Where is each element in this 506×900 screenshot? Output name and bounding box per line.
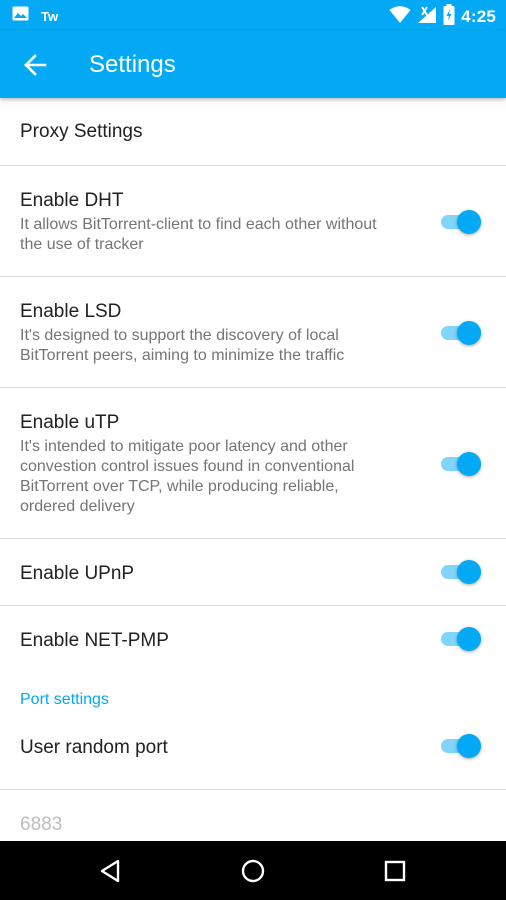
enable-upnp-title: Enable UPnP [20, 563, 135, 584]
enable-utp-title: Enable uTP [20, 412, 120, 433]
enable-dht-item[interactable]: Enable DHT It allows BitTorrent-client t… [0, 166, 506, 277]
status-right-icons: 4:25 [389, 4, 496, 30]
port-settings-header: Port settings [20, 691, 109, 708]
status-time: 4:25 [461, 7, 496, 26]
enable-lsd-item[interactable]: Enable LSD It's designed to support the … [0, 277, 506, 388]
enable-upnp-item[interactable]: Enable UPnP [0, 539, 506, 606]
switch-thumb [457, 210, 481, 234]
back-triangle-icon[interactable] [97, 857, 125, 885]
proxy-settings-title: Proxy Settings [20, 121, 143, 142]
enable-natpmp-title: Enable NET-PMP [20, 630, 169, 651]
signal-icon [417, 5, 437, 29]
enable-dht-title: Enable DHT [20, 190, 124, 211]
port-settings-section: Port settings [0, 673, 506, 721]
enable-natpmp-item[interactable]: Enable NET-PMP [0, 606, 506, 673]
home-circle-icon[interactable] [239, 857, 267, 885]
enable-lsd-switch[interactable] [441, 318, 483, 348]
status-bar: Tw 4:25 [0, 0, 506, 31]
navigation-bar [0, 841, 506, 900]
random-port-item[interactable]: User random port [0, 721, 506, 790]
enable-utp-switch[interactable] [441, 449, 483, 479]
enable-dht-switch[interactable] [441, 207, 483, 237]
switch-thumb [457, 560, 481, 584]
enable-utp-item[interactable]: Enable uTP It's intended to mitigate poo… [0, 388, 506, 539]
random-port-switch[interactable] [441, 731, 483, 761]
battery-icon [443, 4, 455, 30]
switch-thumb [457, 627, 481, 651]
arrow-back-icon[interactable] [22, 52, 48, 78]
proxy-settings-item[interactable]: Proxy Settings [0, 98, 506, 166]
tw-icon: Tw [41, 8, 59, 24]
random-port-title: User random port [20, 737, 168, 758]
enable-natpmp-switch[interactable] [441, 624, 483, 654]
switch-thumb [457, 734, 481, 758]
wifi-icon [389, 5, 411, 29]
app-bar: Settings [0, 31, 506, 98]
recents-square-icon[interactable] [381, 857, 409, 885]
page-title: Settings [89, 51, 176, 78]
enable-lsd-summary: It's designed to support the discovery o… [20, 327, 345, 364]
port-number-value: 6883 [20, 814, 63, 835]
enable-dht-summary: It allows BitTorrent-client to find each… [20, 216, 377, 253]
status-left-icons: Tw [12, 6, 58, 26]
switch-thumb [457, 452, 481, 476]
enable-utp-summary: It's intended to mitigate poor latency a… [20, 438, 355, 515]
switch-thumb [457, 321, 481, 345]
settings-list: Proxy Settings Enable DHT It allows BitT… [0, 98, 506, 841]
port-number-item[interactable]: 6883 [0, 790, 506, 841]
enable-upnp-switch[interactable] [441, 557, 483, 587]
image-icon [12, 6, 29, 26]
enable-lsd-title: Enable LSD [20, 301, 122, 322]
